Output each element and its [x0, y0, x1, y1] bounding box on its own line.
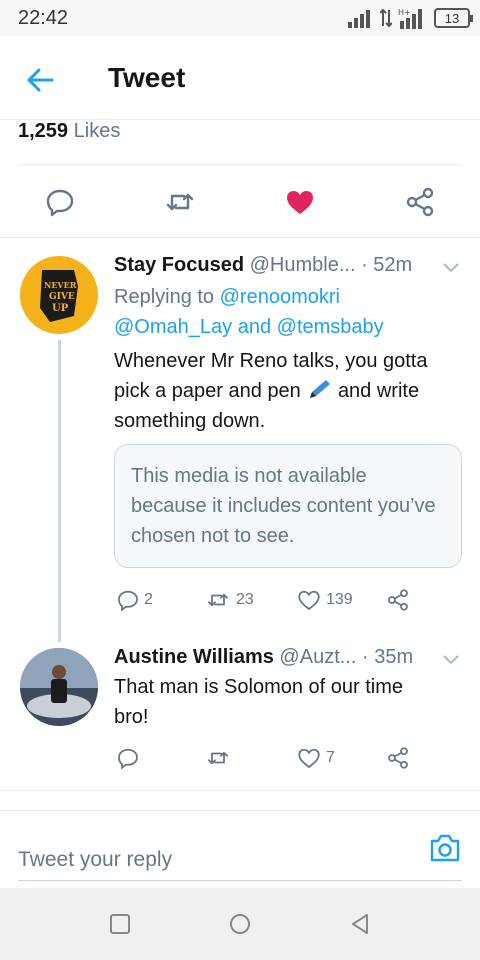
- reply-input[interactable]: [18, 837, 462, 881]
- share-icon: [388, 589, 408, 611]
- likes-count: 1,259: [18, 120, 69, 142]
- share-action[interactable]: [386, 746, 410, 770]
- tweet-header: Stay Focused @Humble... · 52m: [114, 254, 412, 277]
- heart-icon: [298, 590, 320, 611]
- reply-count: 2: [144, 591, 153, 608]
- avatar-text-never: NEVER: [44, 280, 77, 290]
- reply-action[interactable]: [116, 746, 140, 770]
- display-name[interactable]: Stay Focused: [114, 254, 244, 276]
- tweet-header: Austine Williams @Auzt... · 35m: [114, 646, 413, 669]
- svg-text:H+: H+: [398, 8, 411, 17]
- mention-link[interactable]: @renoomokri: [220, 286, 340, 308]
- page-title: Tweet: [108, 62, 186, 93]
- fist-icon: NEVER GIVE UP: [40, 270, 78, 322]
- user-handle: @Humble...: [249, 254, 356, 276]
- mention-link[interactable]: @Omah_Lay: [114, 316, 232, 338]
- avatar[interactable]: NEVER GIVE UP: [20, 256, 98, 334]
- divider: [18, 164, 462, 165]
- mention-link[interactable]: @temsbaby: [277, 316, 384, 338]
- replying-to: Replying to @renoomokri: [114, 282, 340, 312]
- display-name[interactable]: Austine Williams: [114, 646, 274, 668]
- heart-icon: [298, 748, 320, 769]
- tweet-text-line: something down.: [114, 410, 266, 432]
- avatar-text-up: UP: [52, 303, 69, 314]
- retweet-icon[interactable]: [164, 186, 196, 218]
- retweet-action[interactable]: 23: [204, 588, 254, 612]
- chevron-down-icon[interactable]: [442, 258, 460, 276]
- status-bar: 22:42 H+ 13: [0, 0, 480, 36]
- likes-count-row[interactable]: 1,259 Likes: [18, 120, 120, 143]
- reply-action[interactable]: 2: [116, 588, 153, 612]
- chevron-down-icon[interactable]: [442, 650, 460, 668]
- avatar-text-give: GIVE: [49, 292, 75, 302]
- like-count: 7: [326, 749, 335, 766]
- divider: [0, 790, 480, 791]
- top-app-bar: Tweet: [0, 36, 480, 120]
- tweet-text-part: and write: [337, 380, 420, 402]
- heart-filled-icon[interactable]: [284, 186, 316, 218]
- tweet-time: · 35m: [361, 646, 414, 668]
- like-action[interactable]: 7: [296, 746, 335, 770]
- replying-prefix: Replying to: [114, 286, 215, 308]
- camera-icon[interactable]: [428, 831, 462, 865]
- likes-label: Likes: [73, 120, 121, 142]
- circle-icon[interactable]: [228, 912, 252, 936]
- status-time: 22:42: [18, 7, 69, 29]
- mention-and[interactable]: and: [238, 316, 271, 338]
- reply-icon[interactable]: [44, 186, 76, 218]
- reply-composer: [0, 810, 480, 886]
- reply-icon: [118, 748, 138, 770]
- media-unavailable-notice[interactable]: This media is not available because it i…: [114, 444, 462, 568]
- avatar[interactable]: [20, 648, 98, 726]
- system-nav-bar: [0, 888, 480, 960]
- user-handle: @Auzt...: [279, 646, 357, 668]
- arrow-left-icon[interactable]: [22, 62, 58, 98]
- thread-line: [58, 340, 61, 642]
- square-icon[interactable]: [108, 912, 132, 936]
- person-photo-icon: [20, 648, 98, 726]
- triangle-back-icon[interactable]: [348, 912, 372, 936]
- data-transfer-icon: [380, 8, 392, 28]
- tweet-action-bar: [0, 166, 480, 238]
- like-action[interactable]: 139: [296, 588, 353, 612]
- share-icon: [388, 747, 408, 769]
- retweet-count: 23: [236, 591, 254, 608]
- status-icons: H+ 13: [348, 6, 473, 30]
- tweet-text-line: That man is Solomon of our time: [114, 676, 404, 698]
- battery-level: 13: [444, 10, 460, 26]
- retweet-icon: [208, 751, 228, 765]
- reply-icon: [118, 590, 138, 612]
- pen-emoji-icon: [310, 380, 331, 398]
- share-icon[interactable]: [404, 186, 436, 218]
- tweet-text-line: pick a paper and pen and write: [114, 376, 419, 406]
- retweet-icon: [208, 593, 228, 607]
- tweet-time: · 52m: [361, 254, 413, 276]
- battery-indicator: 13: [434, 8, 473, 28]
- tweet-text-part: pick a paper and pen: [114, 380, 301, 402]
- signal-hplus-icon: H+: [398, 8, 422, 29]
- signal-icon: [348, 10, 370, 28]
- retweet-action[interactable]: [204, 746, 232, 770]
- tweet-text-line: bro!: [114, 706, 149, 728]
- tweet-text-line: Whenever Mr Reno talks, you gotta: [114, 350, 428, 372]
- share-action[interactable]: [386, 588, 410, 612]
- like-count: 139: [326, 591, 353, 608]
- replying-to-line2: @Omah_Lay and @temsbaby: [114, 312, 384, 342]
